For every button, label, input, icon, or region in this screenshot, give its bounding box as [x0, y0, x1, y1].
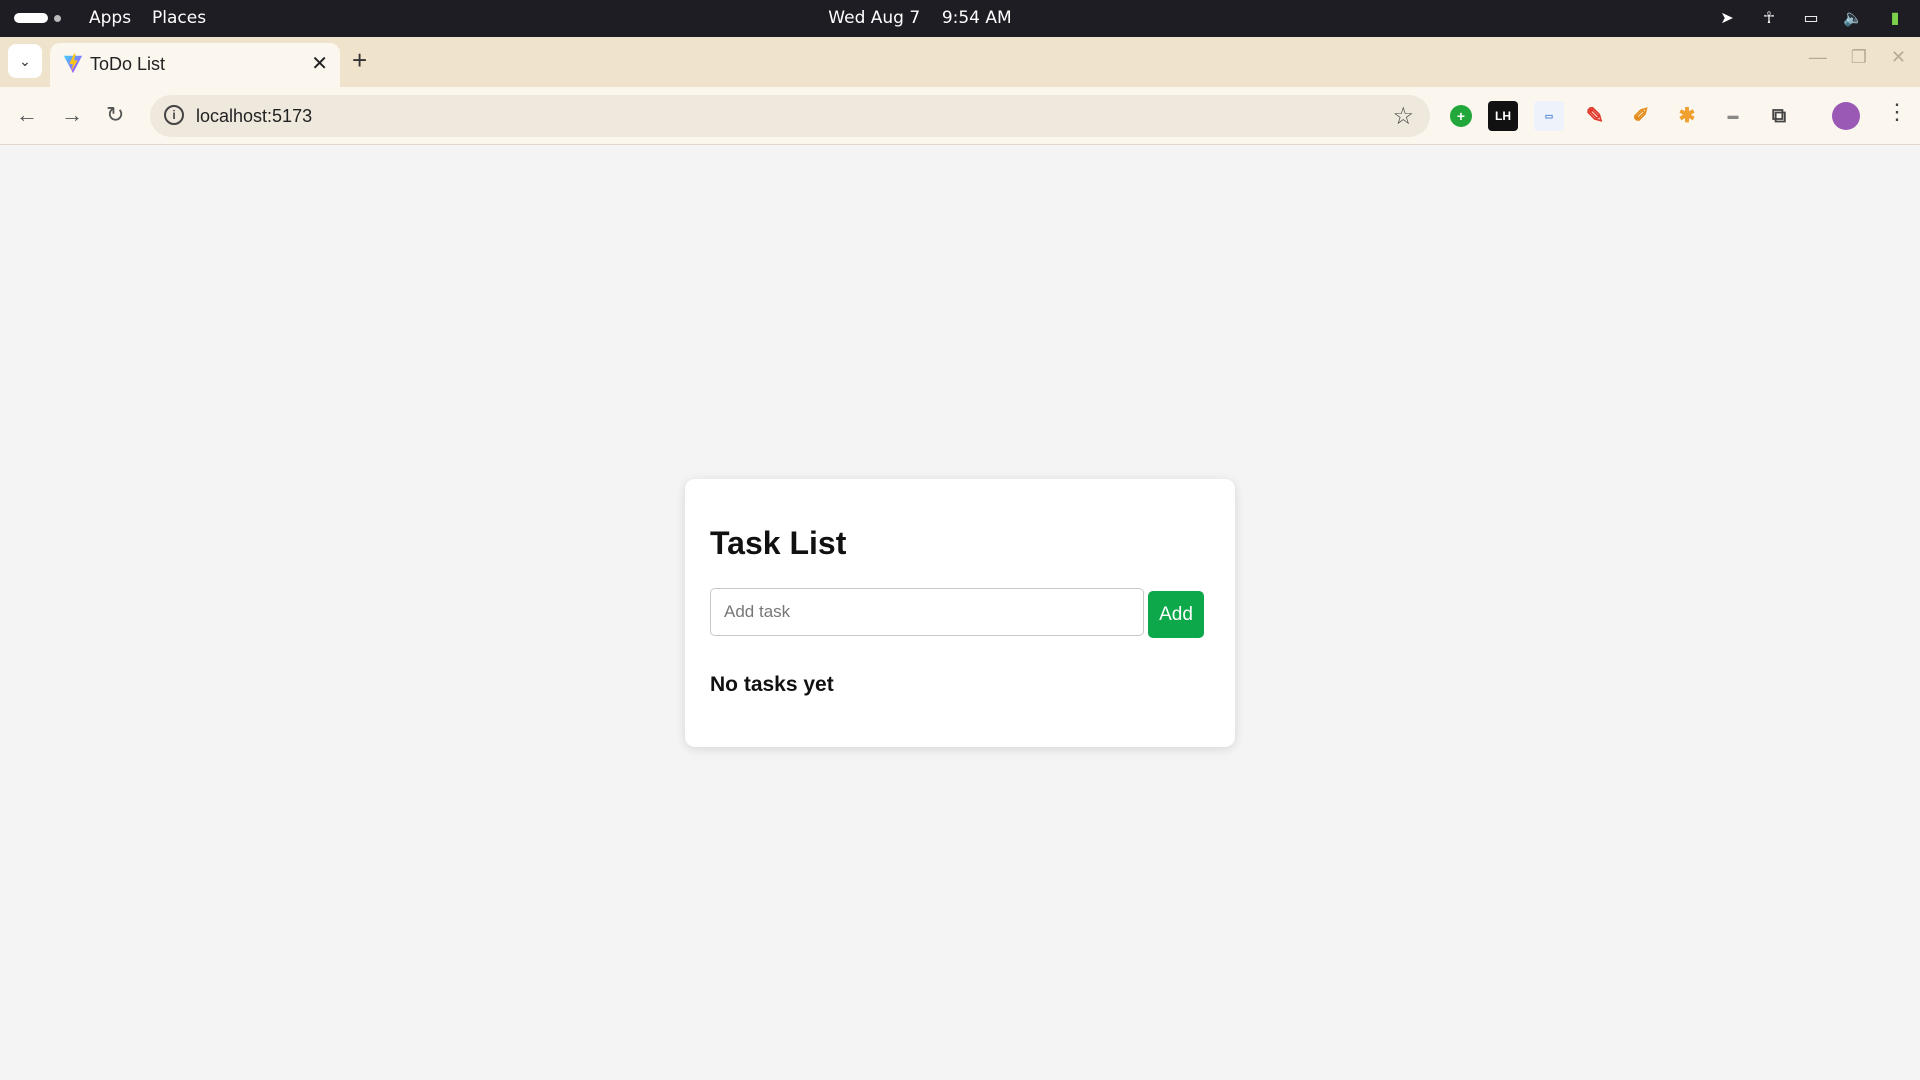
bee-extension-icon[interactable]: ✱ — [1672, 101, 1702, 131]
add-task-button[interactable]: Add — [1148, 591, 1204, 638]
minimize-icon[interactable]: — — [1809, 47, 1827, 68]
close-window-icon[interactable]: ✕ — [1891, 47, 1906, 68]
system-top-bar: Apps Places Wed Aug 7 9:54 AM ➤ ☥ ▭ 🔈 ▮ — [0, 0, 1920, 37]
task-card: Task List Add No tasks yet — [685, 479, 1235, 747]
date-label: Wed Aug 7 — [828, 8, 921, 28]
battery-icon[interactable]: ▮ — [1884, 7, 1906, 29]
vite-favicon-icon — [63, 53, 83, 74]
time-label: 9:54 AM — [941, 8, 1012, 28]
browser-toolbar: ← → ↻ i localhost:5173 ☆ + LH ▭ ✎ ✐ ✱ ▬ … — [0, 87, 1920, 145]
add-extension-icon[interactable]: + — [1450, 105, 1472, 127]
tab-search-button[interactable]: ⌄ — [8, 44, 42, 78]
page-viewport: Task List Add No tasks yet — [0, 146, 1920, 1080]
screen-icon[interactable]: ▭ — [1800, 7, 1822, 29]
close-tab-icon[interactable]: ✕ — [311, 51, 328, 76]
page-title: Task List — [710, 525, 847, 561]
menu-kebab-icon[interactable]: ⋮ — [1886, 99, 1908, 125]
empty-state-message: No tasks yet — [710, 673, 834, 696]
url-text[interactable]: localhost:5173 — [196, 106, 312, 127]
blank-extension-icon[interactable]: ▭ — [1534, 101, 1564, 131]
lh-extension-icon[interactable]: LH — [1488, 101, 1518, 131]
forward-arrow-icon[interactable]: → — [61, 102, 83, 128]
edit-extension-icon[interactable]: ✐ — [1626, 101, 1656, 131]
volume-icon[interactable]: 🔈 — [1842, 7, 1864, 29]
profile-avatar[interactable] — [1832, 102, 1860, 130]
site-info-icon[interactable]: i — [164, 105, 184, 125]
new-tab-button[interactable]: + — [352, 45, 367, 76]
misc-extension-icon[interactable]: ▬ — [1718, 101, 1748, 131]
tab-title: ToDo List — [90, 54, 166, 74]
maximize-icon[interactable]: ❐ — [1851, 47, 1867, 68]
system-tray[interactable]: ➤ ☥ ▭ 🔈 ▮ — [1716, 7, 1906, 29]
bookmark-star-icon[interactable]: ☆ — [1392, 102, 1414, 131]
telegram-icon[interactable]: ➤ — [1716, 7, 1738, 29]
accessibility-icon[interactable]: ☥ — [1758, 7, 1780, 29]
back-arrow-icon[interactable]: ← — [16, 102, 38, 128]
tab-strip: ⌄ ToDo List ✕ + — ❐ ✕ — [0, 37, 1920, 87]
reload-icon[interactable]: ↻ — [106, 102, 124, 128]
extensions-area: + LH ▭ ✎ ✐ ✱ ▬ ⧉ — [1450, 101, 1794, 131]
pen-extension-icon[interactable]: ✎ — [1580, 101, 1610, 131]
address-bar[interactable]: i localhost:5173 ☆ — [150, 95, 1430, 137]
clock[interactable]: Wed Aug 7 9:54 AM — [0, 8, 1840, 28]
chevron-down-icon: ⌄ — [19, 53, 31, 69]
tab-todo-list[interactable]: ToDo List ✕ — [50, 43, 340, 87]
puzzle-icon[interactable]: ⧉ — [1764, 101, 1794, 131]
task-input[interactable] — [710, 588, 1144, 636]
window-controls: — ❐ ✕ — [1809, 47, 1906, 68]
